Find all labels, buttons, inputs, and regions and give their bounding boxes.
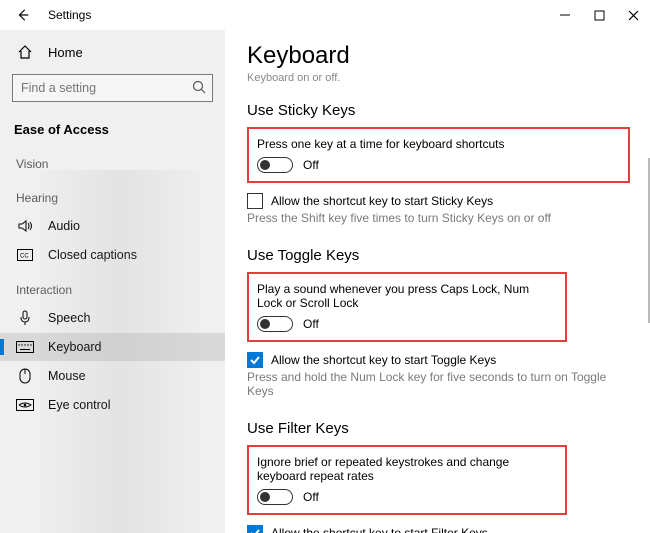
highlighted-setting: Press one key at a time for keyboard sho… bbox=[247, 127, 630, 183]
section-heading: Use Filter Keys bbox=[247, 420, 630, 437]
page-subtitle: Keyboard on or off. bbox=[247, 72, 630, 84]
sidebar-item-home[interactable]: Home bbox=[0, 38, 225, 66]
toggle-state: Off bbox=[303, 158, 319, 172]
sidebar-item-label: Home bbox=[48, 45, 83, 60]
group-label: Vision bbox=[0, 143, 225, 177]
audio-icon bbox=[16, 218, 34, 234]
sidebar-item-label: Keyboard bbox=[48, 340, 102, 354]
keyboard-icon bbox=[16, 341, 34, 353]
checkbox-label: Allow the shortcut key to start Sticky K… bbox=[271, 194, 493, 208]
search-input[interactable] bbox=[12, 74, 213, 102]
group-label: Hearing bbox=[0, 177, 225, 211]
svg-text:CC: CC bbox=[20, 254, 29, 260]
sidebar-item-speech[interactable]: Speech bbox=[0, 303, 225, 333]
checkbox[interactable] bbox=[247, 193, 263, 209]
sidebar-item-label: Audio bbox=[48, 219, 80, 233]
sidebar: Home Ease of Access Vision Hearing Audio… bbox=[0, 30, 225, 533]
sidebar-item-label: Mouse bbox=[48, 369, 86, 383]
window-controls bbox=[548, 0, 650, 30]
section-title: Ease of Access bbox=[0, 116, 225, 143]
sidebar-item-label: Closed captions bbox=[48, 248, 137, 262]
sidebar-item-keyboard[interactable]: Keyboard bbox=[0, 333, 225, 361]
minimize-button[interactable] bbox=[548, 0, 582, 30]
setting-description: Press one key at a time for keyboard sho… bbox=[257, 137, 620, 151]
section-heading: Use Toggle Keys bbox=[247, 247, 630, 264]
toggle-state: Off bbox=[303, 490, 319, 504]
toggle-state: Off bbox=[303, 317, 319, 331]
speech-icon bbox=[16, 310, 34, 326]
group-label: Interaction bbox=[0, 269, 225, 303]
toggle-switch[interactable] bbox=[257, 157, 293, 173]
toggle-switch[interactable] bbox=[257, 316, 293, 332]
back-icon[interactable] bbox=[14, 8, 32, 22]
sidebar-item-audio[interactable]: Audio bbox=[0, 211, 225, 241]
checkbox[interactable] bbox=[247, 352, 263, 368]
setting-description: Play a sound whenever you press Caps Loc… bbox=[257, 282, 557, 310]
sidebar-item-eye-control[interactable]: Eye control bbox=[0, 391, 225, 419]
eye-icon bbox=[16, 399, 34, 411]
checkbox-label: Allow the shortcut key to start Toggle K… bbox=[271, 353, 496, 367]
cc-icon: CC bbox=[16, 249, 34, 261]
hint-text: Press the Shift key five times to turn S… bbox=[247, 211, 630, 225]
highlighted-setting: Ignore brief or repeated keystrokes and … bbox=[247, 445, 567, 515]
titlebar: Settings bbox=[0, 0, 650, 30]
sidebar-item-label: Speech bbox=[48, 311, 90, 325]
section-heading: Use Sticky Keys bbox=[247, 102, 630, 119]
setting-description: Ignore brief or repeated keystrokes and … bbox=[257, 455, 557, 483]
sidebar-item-mouse[interactable]: Mouse bbox=[0, 361, 225, 391]
home-icon bbox=[16, 44, 34, 60]
checkbox-label: Allow the shortcut key to start Filter K… bbox=[271, 526, 488, 533]
content-area: Keyboard Keyboard on or off. Use Sticky … bbox=[225, 30, 650, 533]
sidebar-item-label: Eye control bbox=[48, 398, 111, 412]
checkbox[interactable] bbox=[247, 525, 263, 533]
highlighted-setting: Play a sound whenever you press Caps Loc… bbox=[247, 272, 567, 342]
close-button[interactable] bbox=[616, 0, 650, 30]
hint-text: Press and hold the Num Lock key for five… bbox=[247, 370, 630, 398]
mouse-icon bbox=[16, 368, 34, 384]
toggle-switch[interactable] bbox=[257, 489, 293, 505]
sidebar-item-closed-captions[interactable]: CC Closed captions bbox=[0, 241, 225, 269]
window-title: Settings bbox=[48, 8, 91, 22]
search-icon bbox=[191, 79, 207, 98]
page-title: Keyboard bbox=[247, 42, 630, 70]
maximize-button[interactable] bbox=[582, 0, 616, 30]
